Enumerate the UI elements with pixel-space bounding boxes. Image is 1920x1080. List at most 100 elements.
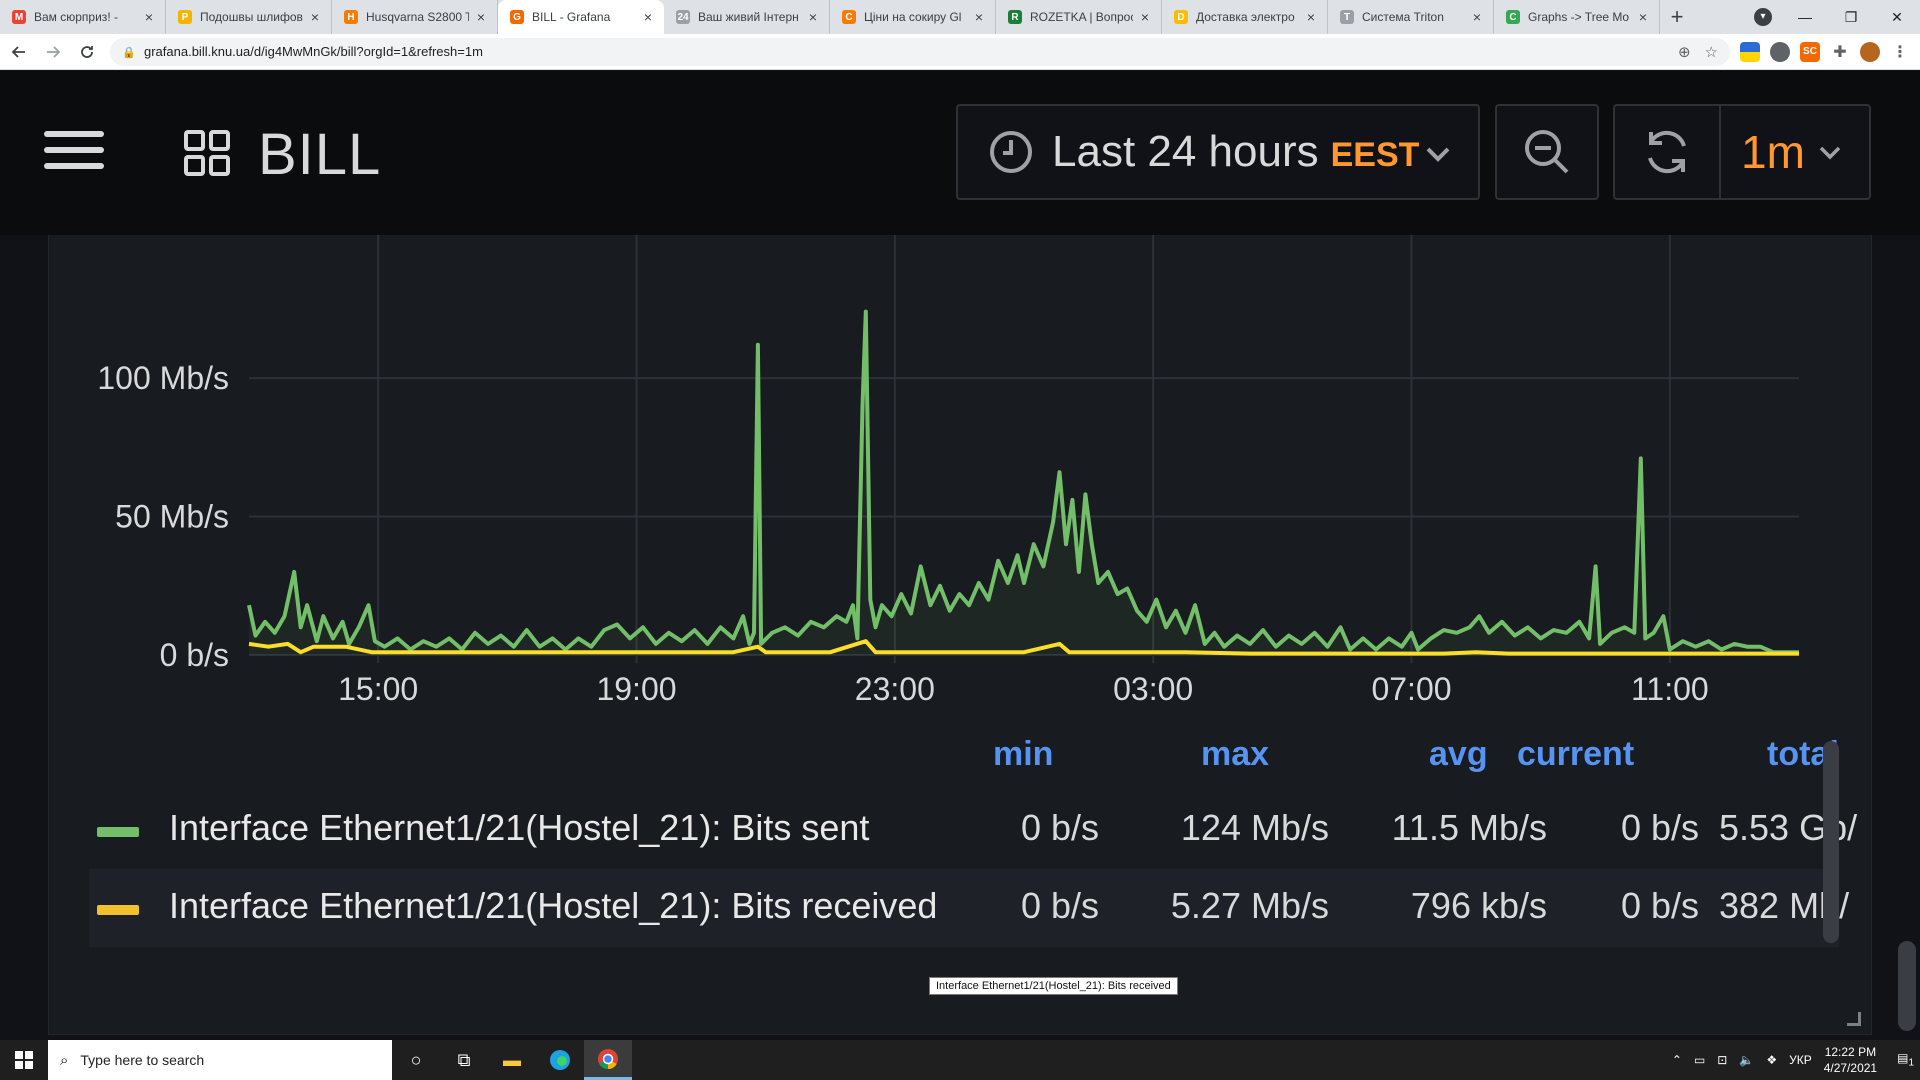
refresh-picker: 1m (1613, 104, 1871, 200)
close-window-button[interactable]: ✕ (1874, 9, 1920, 26)
zoom-out-button[interactable] (1495, 104, 1599, 200)
zoom-icon[interactable]: ⊕ (1678, 43, 1691, 61)
tab-close-icon[interactable]: × (141, 9, 157, 25)
traffic-line-chart[interactable]: 0 b/s 50 Mb/s 100 Mb/s 15:00 19:00 23:00 03:0… (49, 235, 1873, 705)
windows-logo-icon (15, 1051, 33, 1069)
dashboard-title[interactable]: BILL (258, 121, 381, 188)
legend-header-avg[interactable]: avg (1429, 735, 1488, 774)
browser-tab[interactable]: P Подошвы шлифов × (166, 0, 332, 34)
circle-extension-icon[interactable] (1770, 41, 1790, 62)
series-current: 0 b/s (1620, 885, 1699, 926)
chrome-browser-icon[interactable] (584, 1040, 632, 1080)
browser-menu-icon[interactable]: ⋮ (1890, 42, 1910, 62)
refresh-button[interactable] (1615, 104, 1721, 200)
tab-close-icon[interactable]: × (307, 9, 323, 25)
legend-header-current[interactable]: current (1517, 735, 1634, 774)
volume-icon[interactable]: 🔈 (1739, 1053, 1754, 1067)
legend-row[interactable]: Interface Ethernet1/21(Hostel_21): Bits … (89, 869, 1849, 947)
reload-icon (81, 45, 93, 58)
browser-tab[interactable]: R ROZETKA | Вопрос × (996, 0, 1162, 34)
ukraine-flag-extension-icon[interactable] (1740, 41, 1760, 62)
browser-tab[interactable]: C Graphs -> Tree Mo × (1494, 0, 1660, 34)
x-tick-label: 23:00 (855, 671, 935, 705)
task-view-icon[interactable]: ⧉ (440, 1040, 488, 1080)
extensions-puzzle-icon[interactable]: ✚ (1830, 42, 1850, 62)
dropbox-icon[interactable]: ❖ (1766, 1053, 1777, 1067)
series-color-swatch[interactable] (97, 905, 139, 915)
browser-tab[interactable]: G BILL - Grafana × (498, 0, 664, 34)
tab-title: Graphs -> Tree Mo (1528, 10, 1630, 24)
bookmark-star-icon[interactable]: ☆ (1705, 43, 1718, 61)
chevron-down-icon[interactable] (1817, 139, 1843, 165)
forward-button[interactable] (38, 37, 68, 67)
browser-tab[interactable]: T Система Triton × (1328, 0, 1494, 34)
search-icon: ⌕ (60, 1051, 69, 1069)
series-color-swatch[interactable] (97, 827, 139, 837)
taskbar-search-box[interactable]: ⌕ Type here to search (48, 1040, 392, 1080)
notification-center-icon[interactable]: ▤1 (1897, 1051, 1914, 1068)
series-max: 124 Mb/s (1180, 807, 1329, 848)
browser-tab[interactable]: M Вам сюрприз! - × (0, 0, 166, 34)
network-icon[interactable]: ⊡ (1717, 1053, 1727, 1067)
tab-close-icon[interactable]: × (1469, 9, 1485, 25)
series-avg: 11.5 Mb/s (1391, 807, 1547, 848)
battery-icon[interactable]: ▭ (1694, 1053, 1705, 1067)
tab-favicon-icon: M (12, 10, 26, 24)
browser-tab[interactable]: D Доставка электро × (1162, 0, 1328, 34)
browser-tab[interactable]: H Husqvarna S2800 T × (332, 0, 498, 34)
dashboard-grid-icon[interactable] (183, 129, 231, 177)
tab-title: Ваш живий Інтерн (698, 10, 799, 24)
series-name-tooltip: Interface Ethernet1/21(Hostel_21): Bits … (929, 977, 1178, 995)
edge-browser-icon[interactable] (536, 1040, 584, 1080)
browser-tab[interactable]: C Ціни на сокиру Gl × (830, 0, 996, 34)
series-name[interactable]: Interface Ethernet1/21(Hostel_21): Bits … (169, 885, 937, 927)
time-range-picker[interactable]: Last 24 hours EEST (956, 104, 1480, 200)
system-tray: ⌃ ▭ ⊡ 🔈 ❖ УКР 12:22 PM 4/27/2021 ▤1 (1666, 1040, 1920, 1080)
back-button[interactable] (4, 37, 34, 67)
refresh-interval-select[interactable]: 1m (1741, 125, 1805, 179)
legend-scrollbar[interactable] (1823, 741, 1839, 943)
sc-extension-icon[interactable]: SC (1800, 41, 1820, 62)
tray-expand-icon[interactable]: ⌃ (1672, 1053, 1682, 1067)
file-explorer-icon[interactable]: ▬ (488, 1040, 536, 1080)
legend-row[interactable]: Interface Ethernet1/21(Hostel_21): Bits … (89, 791, 1857, 869)
start-button[interactable] (0, 1040, 48, 1080)
url-text[interactable]: grafana.bill.knu.ua/d/ig4MwMnGk/bill?org… (144, 44, 1664, 59)
series-name[interactable]: Interface Ethernet1/21(Hostel_21): Bits … (169, 807, 869, 849)
tab-close-icon[interactable]: × (1137, 9, 1153, 25)
tab-close-icon[interactable]: × (971, 9, 987, 25)
tab-title: Доставка электро (1196, 10, 1295, 24)
tab-close-icon[interactable]: × (805, 9, 821, 25)
tab-title: ROZETKA | Вопрос (1030, 10, 1133, 24)
tab-close-icon[interactable]: × (473, 9, 489, 25)
new-tab-button[interactable]: + (1660, 0, 1694, 34)
legend-header-max[interactable]: max (1201, 735, 1269, 774)
profile-avatar[interactable] (1860, 41, 1880, 62)
tab-title: Система Triton (1362, 10, 1444, 24)
notification-count: 1 (1908, 1057, 1914, 1069)
tab-title: Husqvarna S2800 T (366, 10, 469, 24)
y-tick-label: 100 Mb/s (97, 360, 229, 396)
language-indicator[interactable]: УКР (1789, 1053, 1812, 1067)
clock-time: 12:22 PM (1824, 1045, 1877, 1059)
browser-tab[interactable]: 24 Ваш живий Інтерн × (664, 0, 830, 34)
address-bar[interactable]: 🔒 grafana.bill.knu.ua/d/ig4MwMnGk/bill?o… (110, 37, 1730, 66)
cortana-icon[interactable]: ○ (392, 1040, 440, 1080)
legend-header-min[interactable]: min (993, 735, 1053, 774)
series-area-fill (249, 311, 1799, 655)
minimize-button[interactable]: — (1782, 9, 1828, 25)
tab-close-icon[interactable]: × (640, 9, 656, 25)
maximize-button[interactable]: ❐ (1828, 9, 1874, 26)
time-range-label: Last 24 hours (1052, 127, 1319, 176)
tab-title: BILL - Grafana (532, 10, 611, 24)
tab-search-icon[interactable]: ▾ (1754, 8, 1772, 26)
tab-close-icon[interactable]: × (1303, 9, 1319, 25)
reload-button[interactable] (72, 37, 102, 67)
hamburger-menu-icon[interactable] (44, 131, 104, 175)
browser-toolbar: 🔒 grafana.bill.knu.ua/d/ig4MwMnGk/bill?o… (0, 34, 1920, 70)
page-scrollbar[interactable] (1898, 941, 1916, 1031)
tab-close-icon[interactable]: × (1635, 9, 1651, 25)
tab-favicon-icon: H (344, 10, 358, 24)
taskbar-clock[interactable]: 12:22 PM 4/27/2021 (1824, 1044, 1877, 1076)
panel-resize-handle[interactable] (1847, 1012, 1861, 1026)
